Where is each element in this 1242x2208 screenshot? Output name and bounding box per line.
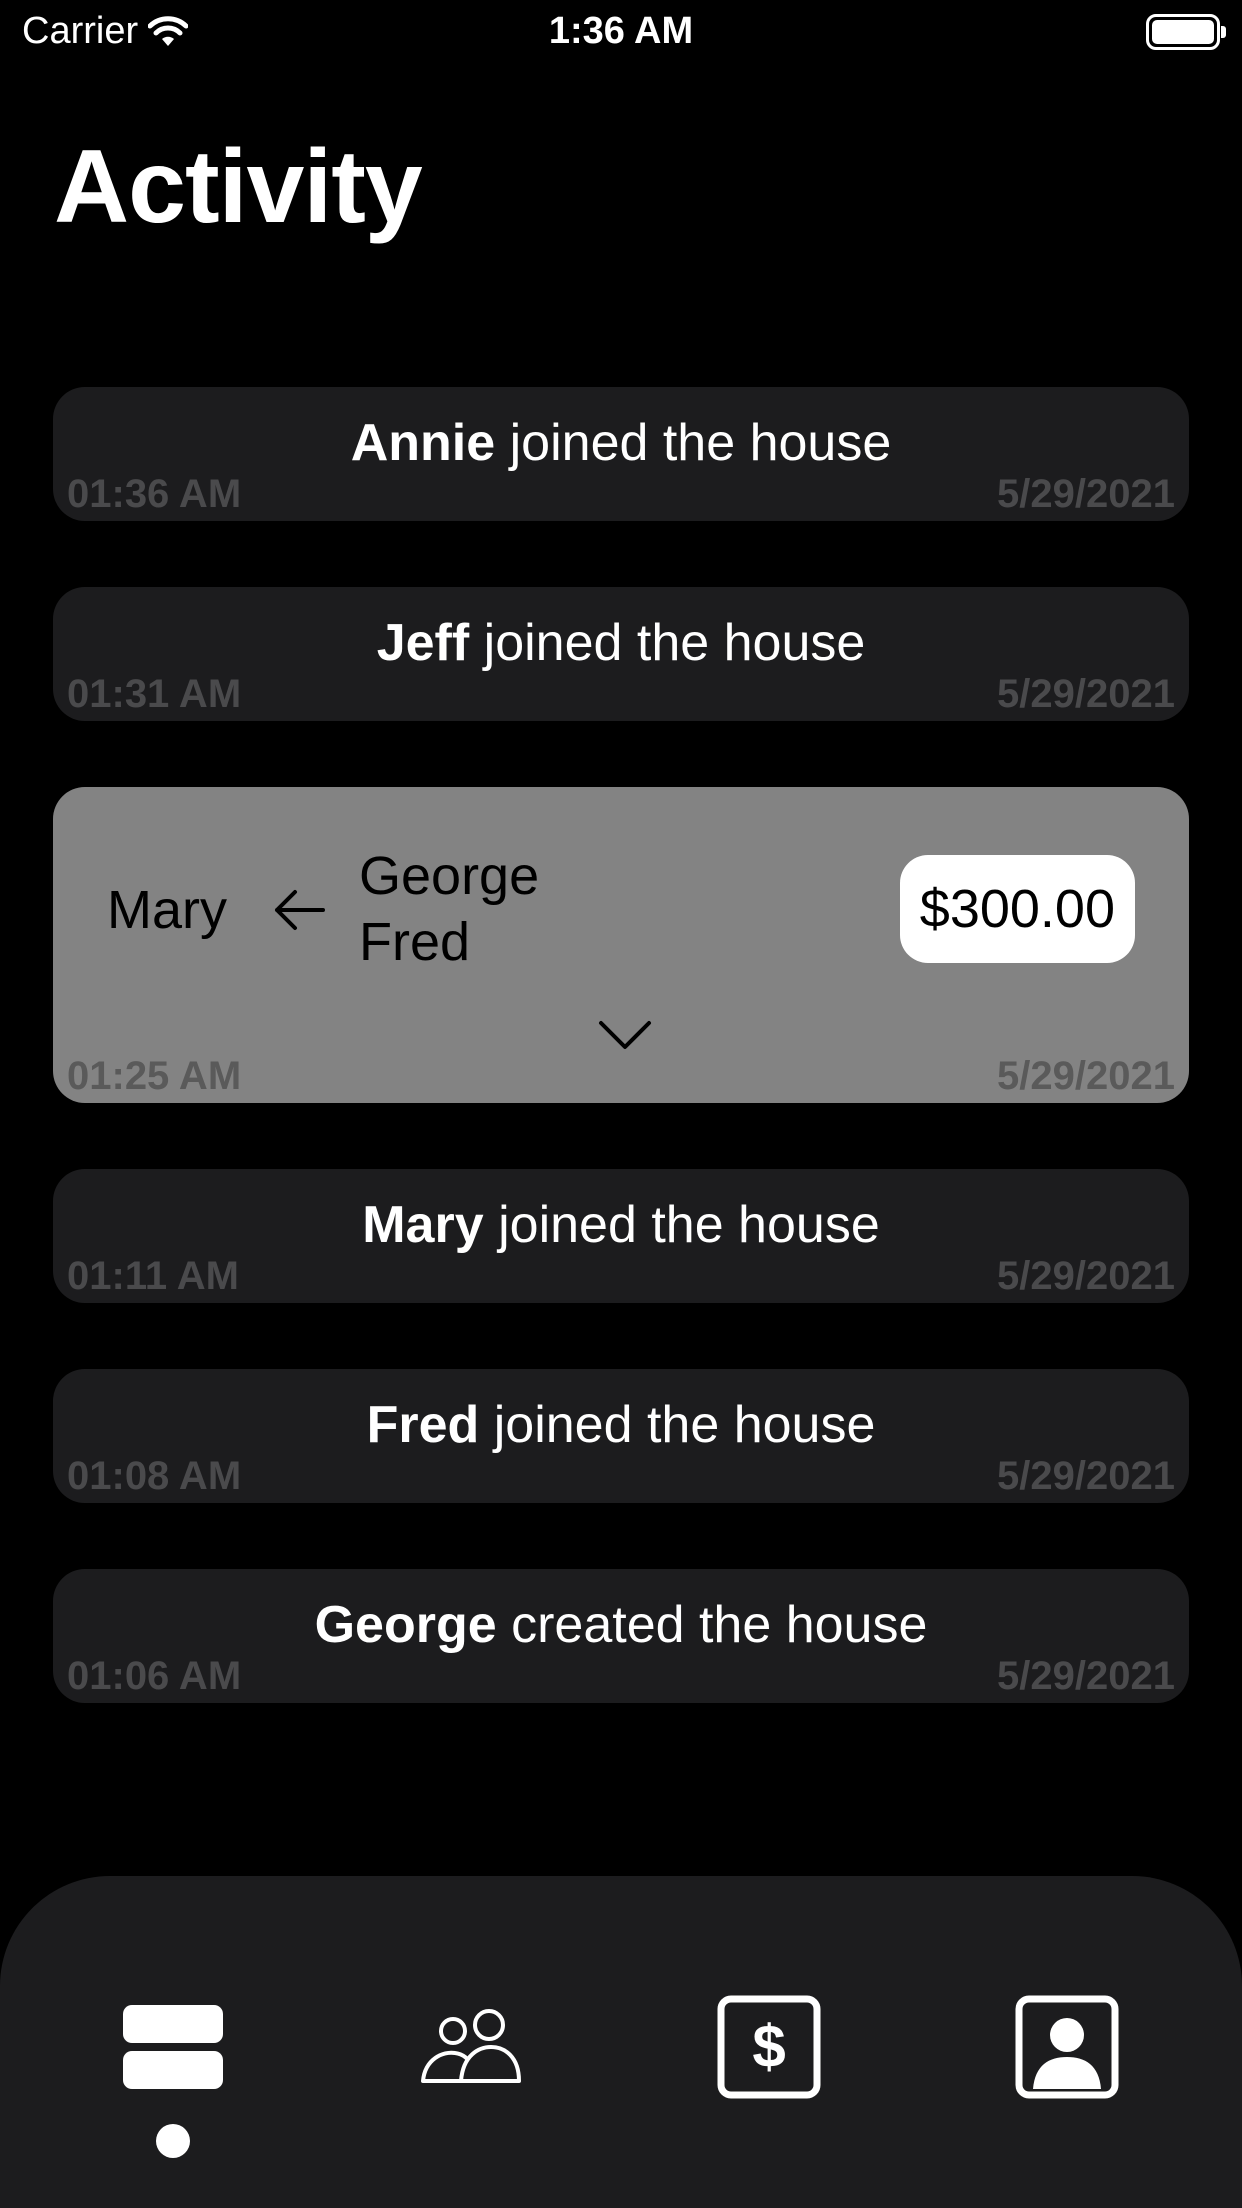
activity-date: 5/29/2021 [997, 1054, 1175, 1098]
activity-action: joined the house [493, 1396, 876, 1454]
activity-card[interactable]: Fred joined the house 01:08 AM 5/29/2021 [53, 1369, 1189, 1503]
chevron-down-icon[interactable] [595, 1017, 655, 1053]
activity-card[interactable]: Annie joined the house 01:36 AM 5/29/202… [53, 387, 1189, 521]
arrow-left-icon [275, 890, 325, 930]
status-bar: Carrier 1:36 AM [0, 0, 1242, 70]
activity-time: 01:06 AM [67, 1654, 242, 1698]
transaction-payee: Mary [107, 880, 227, 940]
activity-card[interactable]: Jeff joined the house 01:31 AM 5/29/2021 [53, 587, 1189, 721]
activity-feed: Annie joined the house 01:36 AM 5/29/202… [53, 387, 1189, 1769]
people-icon [421, 2009, 521, 2083]
tab-bar: $ [0, 1876, 1242, 2208]
activity-member-name: Jeff [376, 614, 470, 672]
activity-feed-icon [123, 2005, 223, 2089]
transaction-payer: George [359, 846, 540, 906]
tab-activity[interactable] [118, 1992, 228, 2102]
profile-icon [1015, 1995, 1119, 2099]
activity-date: 5/29/2021 [997, 672, 1175, 716]
activity-time: 01:11 AM [67, 1254, 239, 1298]
dollar-icon: $ [717, 1995, 821, 2099]
activity-action: joined the house [498, 1196, 880, 1254]
page-title: Activity [54, 129, 423, 245]
svg-text:$: $ [752, 2013, 785, 2080]
activity-message: Mary joined the house [53, 1195, 1189, 1255]
activity-member-name: George [314, 1596, 497, 1654]
activity-action: joined the house [509, 414, 892, 472]
activity-date: 5/29/2021 [997, 1454, 1175, 1498]
activity-action: joined the house [483, 614, 866, 672]
activity-date: 5/29/2021 [997, 472, 1175, 516]
activity-action: created the house [511, 1596, 928, 1654]
activity-date: 5/29/2021 [997, 1254, 1175, 1298]
tab-profile[interactable] [1012, 1992, 1122, 2102]
activity-member-name: Mary [362, 1196, 484, 1254]
activity-message: Fred joined the house [53, 1395, 1189, 1455]
activity-date: 5/29/2021 [997, 1654, 1175, 1698]
activity-time: 01:25 AM [67, 1054, 242, 1098]
activity-time: 01:08 AM [67, 1454, 242, 1498]
activity-message: George created the house [53, 1595, 1189, 1655]
tab-payments[interactable]: $ [714, 1992, 824, 2102]
battery-icon [1146, 14, 1226, 50]
tab-members[interactable] [416, 1992, 526, 2102]
activity-time: 01:31 AM [67, 672, 242, 716]
active-tab-indicator [156, 2124, 190, 2158]
activity-member-name: Fred [366, 1396, 480, 1454]
activity-card[interactable]: George created the house 01:06 AM 5/29/2… [53, 1569, 1189, 1703]
activity-time: 01:36 AM [67, 472, 242, 516]
transaction-payers: George Fred [359, 843, 539, 975]
activity-member-name: Annie [350, 414, 496, 472]
activity-message: Jeff joined the house [53, 613, 1189, 673]
status-time: 1:36 AM [548, 10, 694, 52]
activity-card[interactable]: Mary joined the house 01:11 AM 5/29/2021 [53, 1169, 1189, 1303]
transaction-card[interactable]: Mary George Fred $300.00 01:25 AM 5/29/2… [53, 787, 1189, 1103]
transaction-amount: $300.00 [899, 855, 1135, 963]
transaction-payer: Fred [359, 912, 471, 972]
activity-message: Annie joined the house [53, 413, 1189, 473]
